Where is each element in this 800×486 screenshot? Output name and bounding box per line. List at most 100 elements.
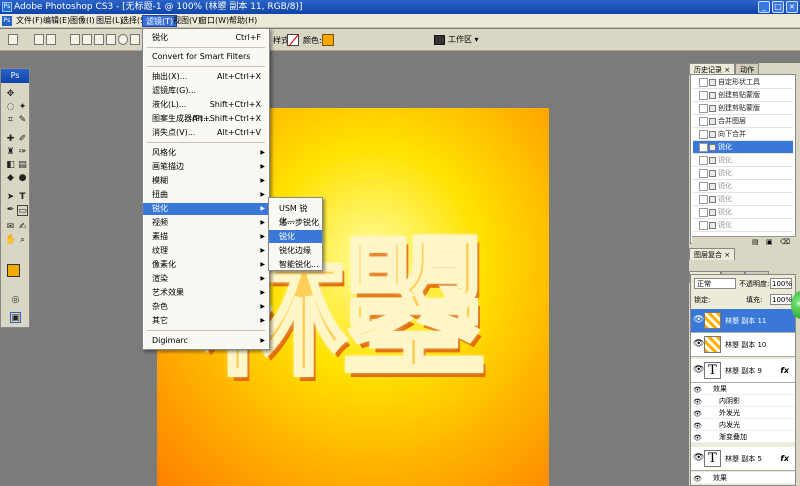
- history-row[interactable]: 自定形状工具: [693, 76, 793, 89]
- slice-tool-icon[interactable]: ✎: [17, 115, 28, 126]
- effect-row[interactable]: 👁 内阴影: [691, 395, 795, 407]
- menu-artistic[interactable]: 艺术效果 ▶: [143, 287, 269, 299]
- history-source-checkbox[interactable]: [699, 130, 708, 139]
- menu-brush-strokes[interactable]: 画笔描边 ▶: [143, 161, 269, 173]
- blur-tool-icon[interactable]: ◆: [5, 173, 16, 184]
- eye-icon[interactable]: 👁: [693, 432, 702, 444]
- zoom-tool-icon[interactable]: ⌕: [17, 235, 28, 246]
- submenu-sharpen[interactable]: 锐化: [269, 230, 322, 243]
- menu-blur[interactable]: 模糊 ▶: [143, 175, 269, 187]
- history-source-checkbox[interactable]: [699, 156, 708, 165]
- quick-mask-icon[interactable]: ◎: [10, 295, 21, 306]
- pen-tool-icon[interactable]: ✒: [5, 205, 16, 216]
- menu-texture[interactable]: 纹理 ▶: [143, 245, 269, 257]
- brush-tool-icon[interactable]: ✐: [17, 134, 28, 145]
- notes-tool-icon[interactable]: ✉: [5, 222, 16, 233]
- new-document-icon[interactable]: ▤: [752, 238, 759, 246]
- pen-icon[interactable]: [70, 34, 80, 45]
- dodge-tool-icon[interactable]: ●: [17, 173, 28, 184]
- fill-input[interactable]: 100%: [770, 294, 792, 305]
- history-brush-icon[interactable]: ✑: [17, 147, 28, 158]
- eye-icon[interactable]: 👁: [693, 365, 704, 375]
- freeform-pen-icon[interactable]: [82, 34, 92, 45]
- menu-liquify[interactable]: 液化(L)... Shift+Ctrl+X: [143, 99, 269, 111]
- path-select-icon[interactable]: ➤: [5, 192, 16, 203]
- fx-icon[interactable]: fx: [780, 454, 789, 463]
- history-source-checkbox[interactable]: [699, 143, 708, 152]
- menu-sharpen[interactable]: 锐化 ▶: [143, 203, 269, 215]
- menu-render[interactable]: 渲染 ▶: [143, 273, 269, 285]
- submenu-smart-sharpen[interactable]: 智能锐化...: [269, 258, 322, 271]
- opacity-input[interactable]: 100%: [770, 278, 792, 289]
- history-source-checkbox[interactable]: [699, 169, 708, 178]
- type-tool-icon[interactable]: T: [17, 192, 28, 203]
- healing-brush-icon[interactable]: ✚: [5, 134, 16, 145]
- eraser-icon[interactable]: ◧: [5, 160, 16, 171]
- history-source-checkbox[interactable]: [699, 195, 708, 204]
- history-row[interactable]: 锐化: [693, 219, 793, 232]
- crop-tool-icon[interactable]: ⌗: [5, 115, 16, 126]
- eyedropper-icon[interactable]: ✍: [17, 222, 28, 233]
- polygon-icon[interactable]: [130, 34, 140, 45]
- new-snapshot-icon[interactable]: ▣: [766, 238, 773, 246]
- history-row[interactable]: 锐化: [693, 180, 793, 193]
- history-source-checkbox[interactable]: [699, 221, 708, 230]
- layer-row[interactable]: 👁 林曌 副本 10: [691, 333, 795, 357]
- style-swatch[interactable]: [287, 34, 299, 46]
- layer-row-selected[interactable]: 👁 林曌 副本 11: [691, 309, 795, 333]
- minimize-button[interactable]: _: [758, 1, 770, 13]
- history-row[interactable]: 创建剪贴蒙版: [693, 102, 793, 115]
- history-row[interactable]: 向下合并: [693, 128, 793, 141]
- menu-vanishing-point[interactable]: 消失点(V)... Alt+Ctrl+V: [143, 127, 269, 139]
- menu-last-filter[interactable]: 锐化 Ctrl+F: [143, 32, 269, 44]
- menu-smart-filters[interactable]: Convert for Smart Filters: [143, 51, 269, 63]
- history-source-checkbox[interactable]: [699, 78, 708, 87]
- shape-layers-icon[interactable]: [34, 34, 44, 45]
- magic-wand-icon[interactable]: ✦: [17, 102, 28, 113]
- history-source-checkbox[interactable]: [699, 117, 708, 126]
- menu-help[interactable]: 帮助(H): [226, 15, 260, 27]
- blend-mode-select[interactable]: 正常: [694, 278, 736, 289]
- fx-icon[interactable]: fx: [780, 366, 789, 375]
- menu-other[interactable]: 其它 ▶: [143, 315, 269, 327]
- color-swatch[interactable]: [322, 34, 334, 46]
- menu-noise[interactable]: 杂色 ▶: [143, 301, 269, 313]
- hand-tool-icon[interactable]: ✋: [5, 235, 16, 246]
- maximize-button[interactable]: □: [772, 1, 784, 13]
- history-source-checkbox[interactable]: [699, 91, 708, 100]
- history-row[interactable]: 锐化: [693, 193, 793, 206]
- rounded-rect-icon[interactable]: [106, 34, 116, 45]
- lasso-tool-icon[interactable]: ◌: [5, 102, 16, 113]
- eye-icon[interactable]: 👁: [693, 453, 704, 463]
- history-source-checkbox[interactable]: [699, 182, 708, 191]
- history-source-checkbox[interactable]: [699, 208, 708, 217]
- menu-distort[interactable]: 扭曲 ▶: [143, 189, 269, 201]
- shape-tool-icon[interactable]: ▭: [17, 205, 28, 216]
- submenu-sharpen-edges[interactable]: 锐化边缘: [269, 244, 322, 257]
- history-row[interactable]: 锐化: [693, 206, 793, 219]
- effect-row[interactable]: 👁 外发光: [691, 407, 795, 419]
- menu-stylize[interactable]: 风格化 ▶: [143, 147, 269, 159]
- history-row[interactable]: 合并图层: [693, 115, 793, 128]
- menu-digimarc[interactable]: Digimarc ▶: [143, 335, 269, 347]
- menu-extract[interactable]: 抽出(X)... Alt+Ctrl+X: [143, 71, 269, 83]
- layer-row[interactable]: 👁 T 林曌 副本 5 fx: [691, 447, 795, 471]
- gradient-icon[interactable]: ▤: [17, 160, 28, 171]
- effect-row[interactable]: 👁 内发光: [691, 419, 795, 431]
- screen-mode-icon[interactable]: ▣: [10, 312, 21, 323]
- layer-row[interactable]: 👁 T 林曌 副本 9 fx: [691, 359, 795, 383]
- effects-row[interactable]: 👁 效果: [691, 472, 795, 484]
- tool-preset-icon[interactable]: [8, 34, 18, 45]
- submenu-unsharp-mask[interactable]: USM 锐化...: [269, 202, 322, 226]
- history-row-selected[interactable]: 锐化: [693, 141, 793, 154]
- foreground-color[interactable]: [7, 264, 20, 277]
- menu-sketch[interactable]: 素描 ▶: [143, 231, 269, 243]
- history-source-checkbox[interactable]: [699, 104, 708, 113]
- menu-pixelate[interactable]: 像素化 ▶: [143, 259, 269, 271]
- clone-stamp-icon[interactable]: ♜: [5, 147, 16, 158]
- workspace-button[interactable]: 工作区 ▾: [434, 33, 482, 47]
- menu-video[interactable]: 视频 ▶: [143, 217, 269, 229]
- history-row[interactable]: 创建剪贴蒙版: [693, 89, 793, 102]
- paths-icon[interactable]: [46, 34, 56, 45]
- submenu-sharpen-more[interactable]: 进一步锐化: [269, 216, 322, 229]
